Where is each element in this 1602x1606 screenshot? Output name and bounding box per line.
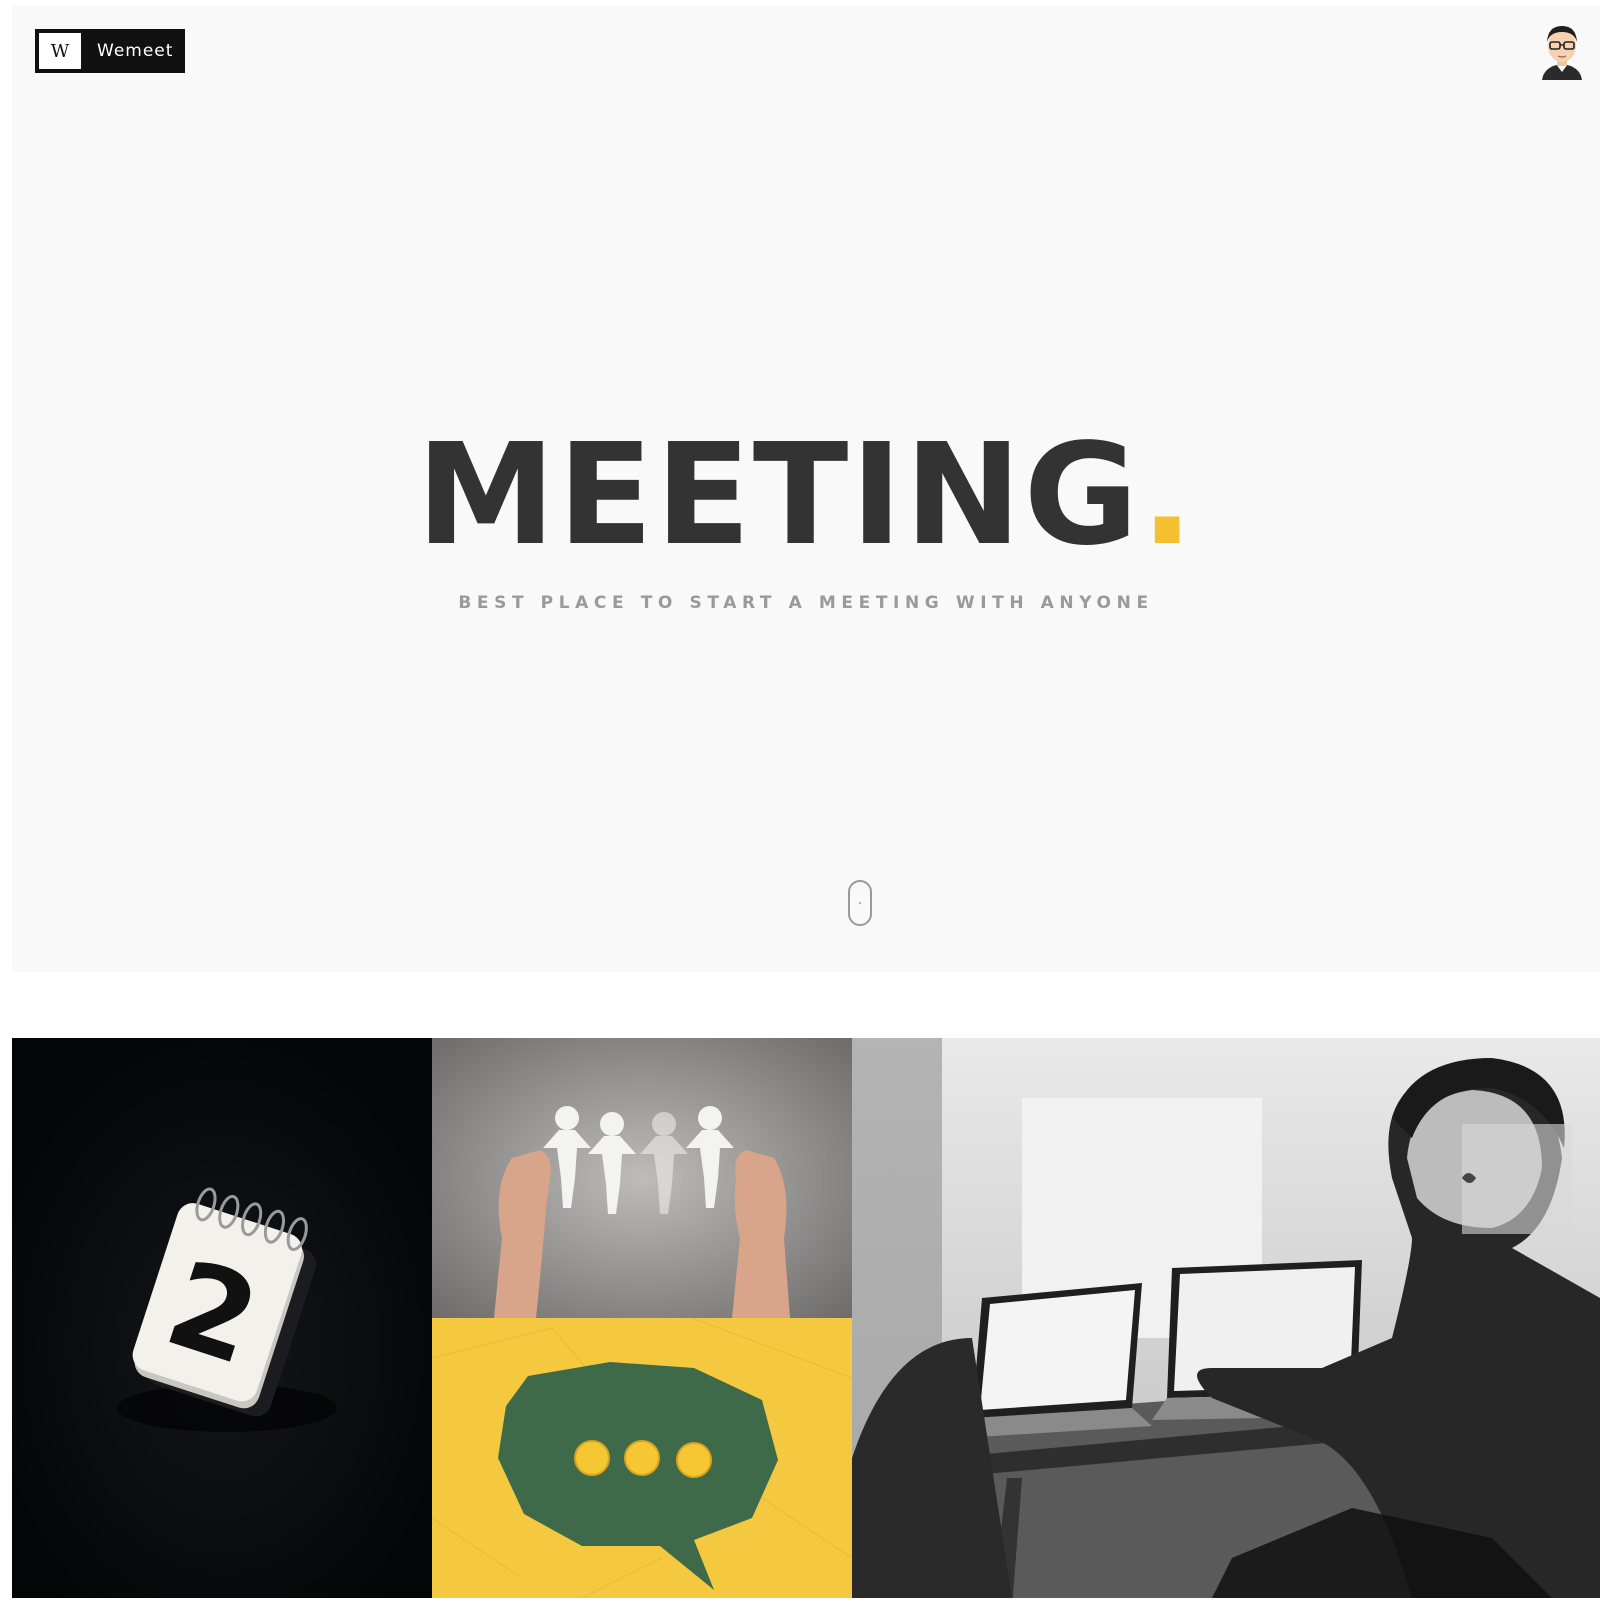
paper-people-chain-image[interactable] (432, 1038, 852, 1318)
hero-title: MEETING. (12, 426, 1600, 566)
logo-mark: W (39, 33, 81, 69)
people-working-laptops-image[interactable] (852, 1038, 1600, 1598)
speech-bubble-paper-balls-image[interactable] (432, 1318, 852, 1598)
image-gallery: 2 (12, 1038, 1600, 1598)
user-avatar-icon[interactable] (1538, 20, 1586, 82)
hero-title-text: MEETING (416, 414, 1141, 577)
hero-title-dot: . (1140, 414, 1196, 577)
hero-subtitle: BEST PLACE TO START A MEETING WITH ANYON… (458, 593, 1154, 613)
logo-text: Wemeet (97, 41, 174, 61)
calendar-number-2-image[interactable]: 2 (12, 1038, 432, 1598)
logo[interactable]: W Wemeet (35, 29, 185, 73)
scroll-wheel-dot (859, 902, 861, 904)
hero-section: W Wemeet MEETING. BEST PLACE TO START A … (12, 6, 1600, 972)
mouse-scroll-icon[interactable] (848, 880, 872, 926)
